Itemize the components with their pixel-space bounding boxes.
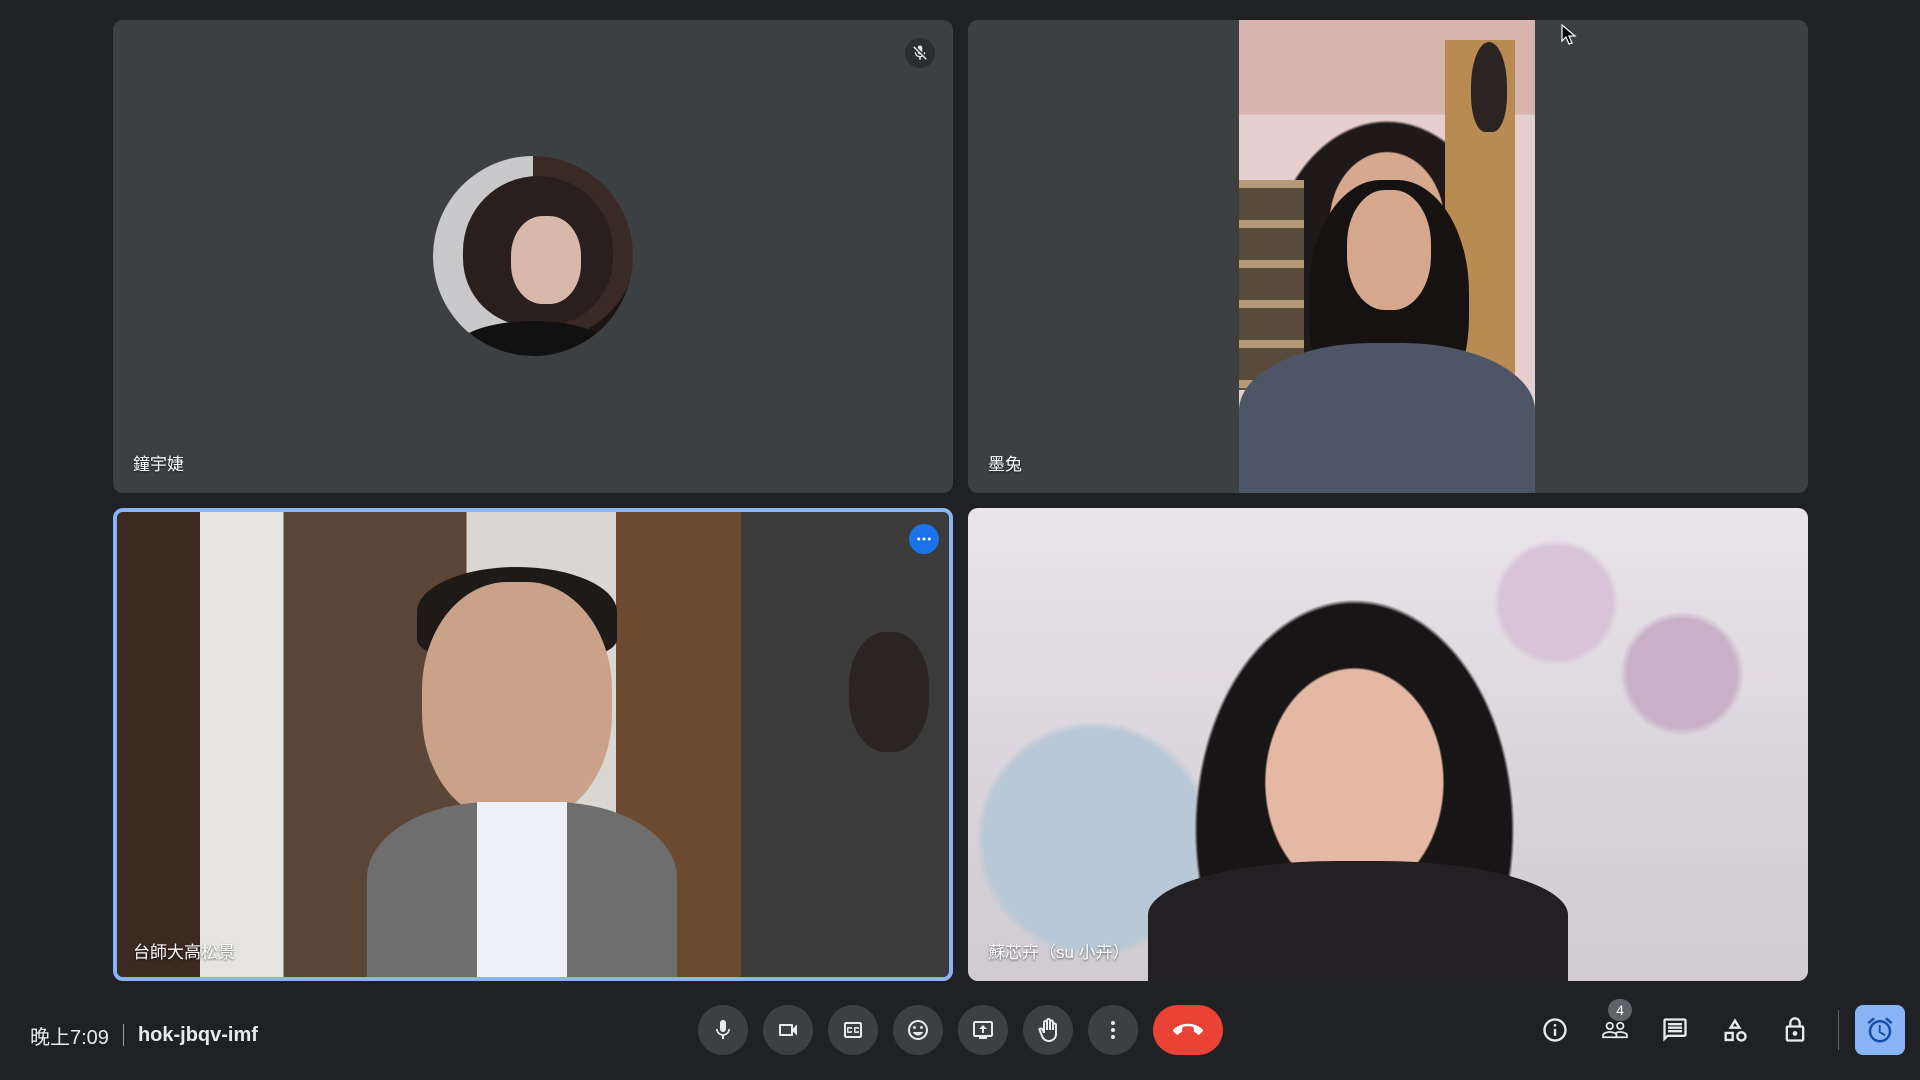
participant-name: 蘇芯卉（su 小卉） xyxy=(988,943,1130,962)
participant-video xyxy=(968,508,1808,981)
end-call-icon xyxy=(1173,1023,1203,1035)
participant-name: 台師大高松景 xyxy=(133,943,235,962)
video-grid: 鐘宇婕 墨兔 台師大高松景 蘇芯卉（su 小卉） xyxy=(0,0,1920,990)
tile-more-options-button[interactable] xyxy=(909,524,939,554)
right-tools: 4 xyxy=(1530,999,1905,1055)
emoji-icon xyxy=(908,1020,928,1040)
participant-tile-1[interactable]: 鐘宇婕 xyxy=(113,20,953,493)
activities-button[interactable] xyxy=(1710,1005,1760,1055)
chat-icon xyxy=(1663,1018,1687,1042)
mic-icon xyxy=(716,1020,730,1039)
participant-video xyxy=(1239,20,1535,493)
host-controls-button[interactable] xyxy=(1770,1005,1820,1055)
bottom-bar: 晚上7:09 hok-jbqv-imf 4 xyxy=(0,990,1920,1080)
participant-avatar xyxy=(433,156,633,356)
present-screen-button[interactable] xyxy=(958,1005,1008,1055)
camera-button[interactable] xyxy=(763,1005,813,1055)
captions-icon xyxy=(844,1022,862,1038)
raise-hand-button[interactable] xyxy=(1023,1005,1073,1055)
meeting-info: 晚上7:09 hok-jbqv-imf xyxy=(30,990,258,1080)
participant-name: 墨兔 xyxy=(988,455,1022,474)
participant-tile-2[interactable]: 墨兔 xyxy=(968,20,1808,493)
reactions-button[interactable] xyxy=(893,1005,943,1055)
captions-button[interactable] xyxy=(828,1005,878,1055)
people-count-badge: 4 xyxy=(1608,999,1632,1021)
muted-mic-icon xyxy=(905,38,935,68)
meeting-details-button[interactable] xyxy=(1530,1005,1580,1055)
participant-tile-4[interactable]: 蘇芯卉（su 小卉） xyxy=(968,508,1808,981)
call-controls xyxy=(698,1005,1223,1055)
info-icon xyxy=(1543,1018,1567,1042)
mouse-cursor-icon xyxy=(1561,24,1577,45)
participant-tile-3-active[interactable]: 台師大高松景 xyxy=(113,508,953,981)
meeting-code: hok-jbqv-imf xyxy=(137,1023,258,1046)
more-vert-icon xyxy=(1111,1021,1115,1039)
raise-hand-icon xyxy=(1038,1018,1057,1042)
alarm-clock-icon xyxy=(1867,1017,1893,1043)
more-options-button[interactable] xyxy=(1088,1005,1138,1055)
divider xyxy=(122,1024,124,1046)
divider xyxy=(1838,1010,1839,1050)
camera-icon xyxy=(779,1024,797,1036)
present-icon xyxy=(973,1021,993,1039)
microphone-button[interactable] xyxy=(698,1005,748,1055)
participant-name: 鐘宇婕 xyxy=(133,455,184,474)
chat-button[interactable] xyxy=(1650,1005,1700,1055)
current-time: 晚上7:09 xyxy=(30,1026,109,1049)
people-button[interactable]: 4 xyxy=(1590,999,1640,1055)
end-call-button[interactable] xyxy=(1153,1005,1223,1055)
participant-video xyxy=(117,512,949,977)
activities-icon xyxy=(1724,1018,1747,1042)
timer-button[interactable] xyxy=(1855,1005,1905,1055)
host-controls-icon xyxy=(1785,1017,1805,1042)
more-horiz-icon xyxy=(917,537,931,541)
